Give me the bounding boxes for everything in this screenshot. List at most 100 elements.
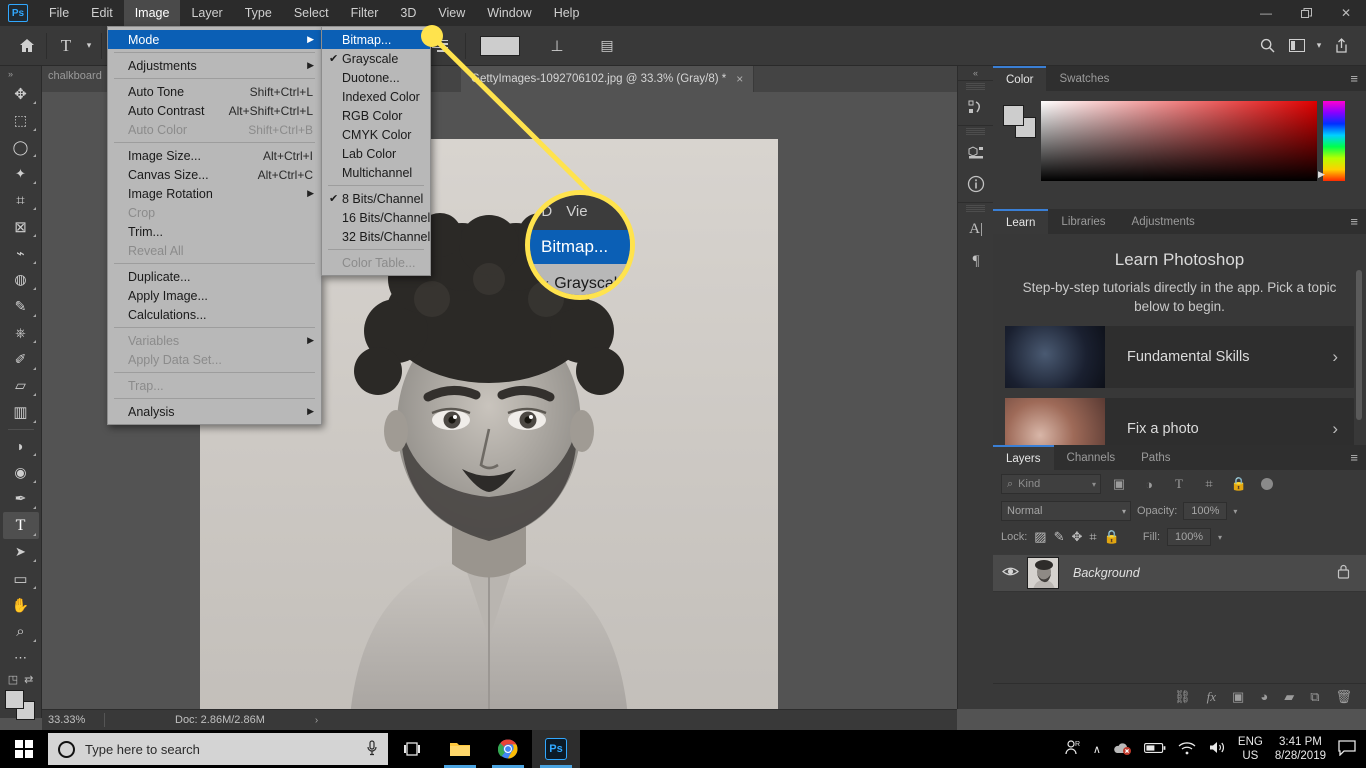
zoom-level[interactable]: 33.33% (42, 714, 104, 726)
mode-submenu-dropdown[interactable]: Bitmap... ✔ Grayscale Duotone... Indexed… (321, 26, 431, 276)
menu-item-auto-contrast[interactable]: Auto Contrast Alt+Shift+Ctrl+L (108, 101, 321, 120)
task-view-icon[interactable] (388, 730, 436, 768)
blur-tool[interactable]: ◗ (3, 433, 39, 460)
path-selection-tool[interactable]: ➤ (3, 539, 39, 566)
rectangular-marquee-tool[interactable]: ⬚ (3, 107, 39, 134)
menu-item-calculations[interactable]: Calculations... (108, 305, 321, 324)
color-panel-foreground-swatch[interactable] (1003, 105, 1024, 126)
tab-swatches[interactable]: Swatches (1046, 66, 1122, 91)
background-tab-label[interactable]: chalkboard (42, 70, 102, 82)
3d-panel-icon[interactable] (958, 136, 994, 168)
panel-menu-icon[interactable]: ≡ (1350, 71, 1358, 86)
taskbar-app-photoshop[interactable]: Ps (532, 730, 580, 768)
tab-adjustments[interactable]: Adjustments (1119, 209, 1208, 234)
color-gradient-field[interactable] (1041, 101, 1317, 181)
type-tool-icon[interactable]: T (51, 33, 81, 59)
text-color-swatch[interactable] (480, 36, 520, 56)
rectangle-tool[interactable]: ▭ (3, 565, 39, 592)
delete-layer-icon[interactable]: 🗑 (1335, 689, 1352, 705)
layer-mask-icon[interactable]: ▣ (1232, 689, 1244, 705)
lock-transparent-pixels-icon[interactable]: ▨ (1034, 529, 1046, 545)
search-icon[interactable] (1252, 33, 1282, 59)
volume-icon[interactable] (1208, 740, 1226, 758)
collapse-panels-icon[interactable]: « (958, 66, 993, 80)
menu-item-grayscale[interactable]: ✔ Grayscale (322, 49, 430, 68)
fill-value[interactable]: 100% (1167, 528, 1211, 546)
wifi-icon[interactable] (1178, 741, 1196, 758)
foreground-background-color[interactable] (5, 690, 37, 717)
image-menu-dropdown[interactable]: Mode ▶ Adjustments ▶ Auto Tone Shift+Ctr… (107, 26, 322, 425)
microphone-icon[interactable] (366, 740, 378, 759)
lock-image-pixels-icon[interactable]: ✎ (1054, 529, 1065, 545)
menu-item-analysis[interactable]: Analysis ▶ (108, 402, 321, 421)
action-center-icon[interactable] (1338, 740, 1356, 759)
menu-help[interactable]: Help (543, 0, 591, 26)
clock[interactable]: 3:41 PM 8/28/2019 (1275, 735, 1326, 763)
menu-item-trim[interactable]: Trim... (108, 222, 321, 241)
eyedropper-tool[interactable]: ⌁ (3, 240, 39, 267)
lock-all-icon[interactable]: 🔒 (1104, 529, 1120, 545)
character-panel-icon[interactable]: ▤ (592, 33, 622, 59)
language-indicator[interactable]: ENG US (1238, 735, 1263, 763)
new-group-icon[interactable]: ▰ (1284, 689, 1294, 705)
chevron-down-icon[interactable]: ▾ (1092, 480, 1096, 489)
lock-icon[interactable] (1337, 564, 1366, 582)
hand-tool[interactable]: ✋ (3, 592, 39, 619)
brush-tool[interactable]: ✎ (3, 293, 39, 320)
menu-item-32-bits-channel[interactable]: 32 Bits/Channel (322, 227, 430, 246)
tab-channels[interactable]: Channels (1054, 445, 1129, 470)
menu-item-apply-image[interactable]: Apply Image... (108, 286, 321, 305)
menu-item-adjustments[interactable]: Adjustments ▶ (108, 56, 321, 75)
close-icon[interactable]: × (736, 72, 743, 86)
menu-layer[interactable]: Layer (180, 0, 233, 26)
color-panel-fg-bg[interactable] (1003, 105, 1037, 137)
edit-toolbar-icon[interactable]: ⋯ (3, 645, 39, 672)
fill-chevron-down-icon[interactable]: ▾ (1218, 533, 1222, 542)
zoom-tool[interactable]: ⌕ (3, 618, 39, 645)
workspace-chevron-down-icon[interactable]: ▾ (1312, 33, 1326, 59)
tab-layers[interactable]: Layers (993, 445, 1054, 470)
toolbar-expand-icon[interactable]: » (0, 68, 41, 81)
menu-item-mode[interactable]: Mode ▶ (108, 30, 321, 49)
tab-paths[interactable]: Paths (1128, 445, 1183, 470)
pen-tool[interactable]: ✒ (3, 486, 39, 513)
menu-item-image-size[interactable]: Image Size... Alt+Ctrl+I (108, 146, 321, 165)
learn-panel-menu-icon[interactable]: ≡ (1350, 214, 1358, 229)
lock-position-icon[interactable]: ✥ (1072, 529, 1083, 545)
menu-item-canvas-size[interactable]: Canvas Size... Alt+Ctrl+C (108, 165, 321, 184)
menu-item-rgb-color[interactable]: RGB Color (322, 106, 430, 125)
chevron-right-icon[interactable]: › (1332, 347, 1354, 367)
tool-preset-chevron-down-icon[interactable]: ▾ (81, 33, 97, 59)
paragraph-panel-icon[interactable]: ¶ (958, 245, 994, 277)
menu-item-duotone[interactable]: Duotone... (322, 68, 430, 87)
crop-tool[interactable]: ⌗ (3, 187, 39, 214)
panel-grip-3[interactable] (966, 205, 985, 213)
taskbar-app-google-chrome[interactable] (484, 730, 532, 768)
scrollbar-thumb[interactable] (1356, 270, 1362, 420)
menu-item-multichannel[interactable]: Multichannel (322, 163, 430, 182)
gradient-tool[interactable]: ▥ (3, 399, 39, 426)
menu-3d[interactable]: 3D (389, 0, 427, 26)
menu-item-8-bits-channel[interactable]: ✔ 8 Bits/Channel (322, 189, 430, 208)
dodge-tool[interactable]: ◉ (3, 459, 39, 486)
menu-select[interactable]: Select (283, 0, 340, 26)
blend-mode-select[interactable]: Normal ▾ (1001, 501, 1131, 521)
layer-name[interactable]: Background (1059, 566, 1337, 580)
history-panel-icon[interactable] (958, 91, 994, 123)
adjustment-layer-icon[interactable]: ◕ (1260, 689, 1268, 704)
eraser-tool[interactable]: ▱ (3, 373, 39, 400)
menu-view[interactable]: View (427, 0, 476, 26)
link-layers-icon[interactable]: ⛓ (1174, 689, 1191, 705)
menu-file[interactable]: File (38, 0, 80, 26)
tab-libraries[interactable]: Libraries (1048, 209, 1118, 234)
menu-item-lab-color[interactable]: Lab Color (322, 144, 430, 163)
menu-type[interactable]: Type (234, 0, 283, 26)
filter-type-icon[interactable]: T (1167, 474, 1191, 494)
menu-item-indexed-color[interactable]: Indexed Color (322, 87, 430, 106)
workspace-icon[interactable] (1282, 33, 1312, 59)
menu-item-cmyk-color[interactable]: CMYK Color (322, 125, 430, 144)
spot-healing-brush-tool[interactable]: ◍ (3, 267, 39, 294)
frame-tool[interactable]: ⊠ (3, 213, 39, 240)
menu-image[interactable]: Image (124, 0, 181, 26)
panel-grip-2[interactable] (966, 128, 985, 136)
